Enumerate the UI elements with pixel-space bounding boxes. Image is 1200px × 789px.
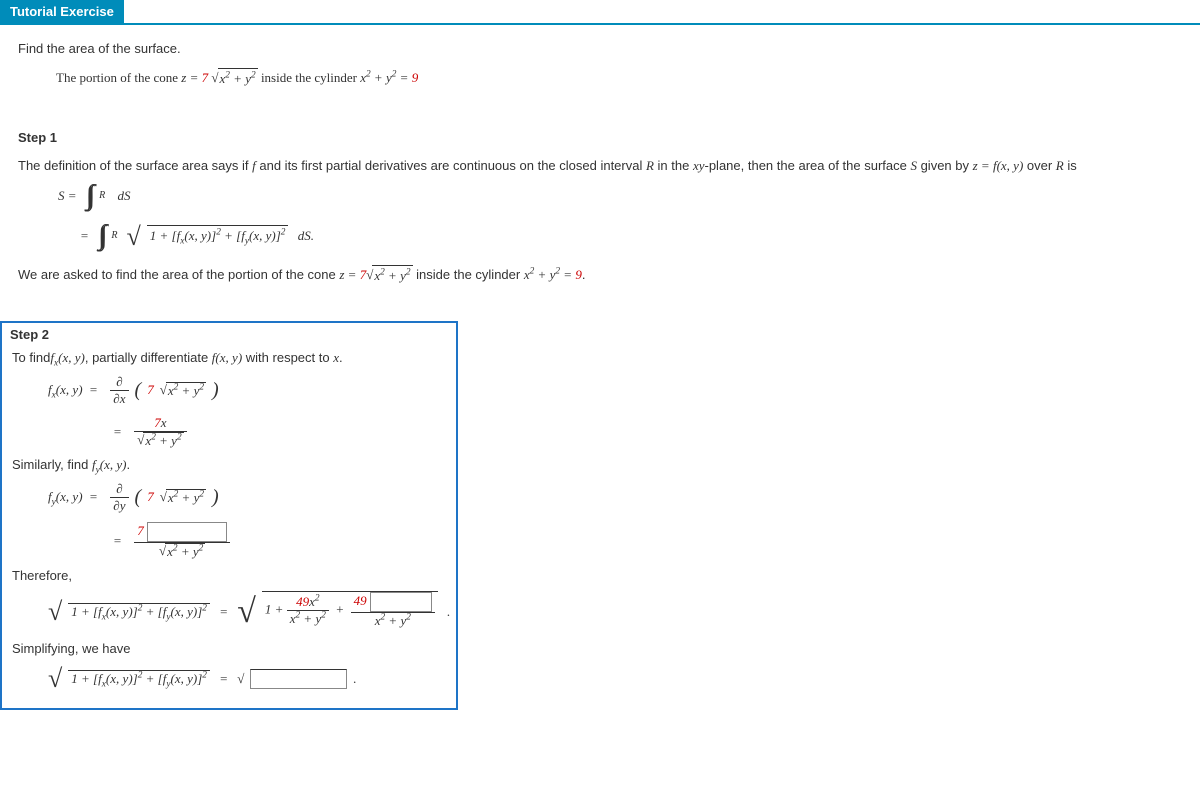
prompt-text: The portion of the cone: [56, 70, 181, 85]
step-2-intro: To findfx(x, y), partially differentiate…: [12, 350, 450, 366]
fy-definition: fy(x, y) = ∂∂y (7√x2 + y2): [48, 481, 450, 514]
step-2-title: Step 2: [10, 327, 448, 342]
answer-input-2[interactable]: [370, 592, 432, 612]
therefore-text: Therefore,: [12, 568, 450, 583]
cone-equation: z = 7 √x2 + y2: [181, 70, 261, 85]
cylinder-equation: x2 + y2 = 9: [360, 70, 418, 85]
exercise-prompt: Find the area of the surface. The portio…: [0, 33, 1200, 108]
similarly-text: Similarly, find fy(x, y).: [12, 457, 450, 473]
fx-definition: fx(x, y) = ∂∂x (7√x2 + y2): [48, 374, 450, 407]
fy-result: = 7 √x2 + y2: [113, 522, 450, 560]
answer-input-3[interactable]: [250, 669, 347, 689]
step-2-box: Step 2 To findfx(x, y), partially differ…: [0, 321, 458, 710]
simplified-equation: √ 1 + [fx(x, y)]2 + [fy(x, y)]2 = √.: [48, 664, 450, 694]
step-1-asked: We are asked to find the area of the por…: [18, 265, 1182, 287]
simplifying-text: Simplifying, we have: [12, 641, 450, 656]
surface-integral-1: S = ∫∫R dS: [58, 185, 1182, 207]
therefore-equation: √ 1 + [fx(x, y)]2 + [fy(x, y)]2 = √ 1 + …: [48, 591, 450, 633]
step-1-title: Step 1: [18, 128, 1182, 149]
answer-input-1[interactable]: [147, 522, 227, 542]
tab-tutorial-exercise: Tutorial Exercise: [0, 0, 124, 23]
prompt-line-2: The portion of the cone z = 7 √x2 + y2 i…: [18, 68, 1182, 90]
prompt-line-1: Find the area of the surface.: [18, 39, 1182, 60]
prompt-text-2: inside the cylinder: [261, 70, 360, 85]
surface-integral-2: = ∫∫R √ 1 + [fx(x, y)]2 + [fy(x, y)]2 dS…: [80, 216, 1182, 258]
fx-result: = 7x √x2 + y2: [113, 415, 450, 449]
step-1-definition: The definition of the surface area says …: [18, 156, 1182, 177]
